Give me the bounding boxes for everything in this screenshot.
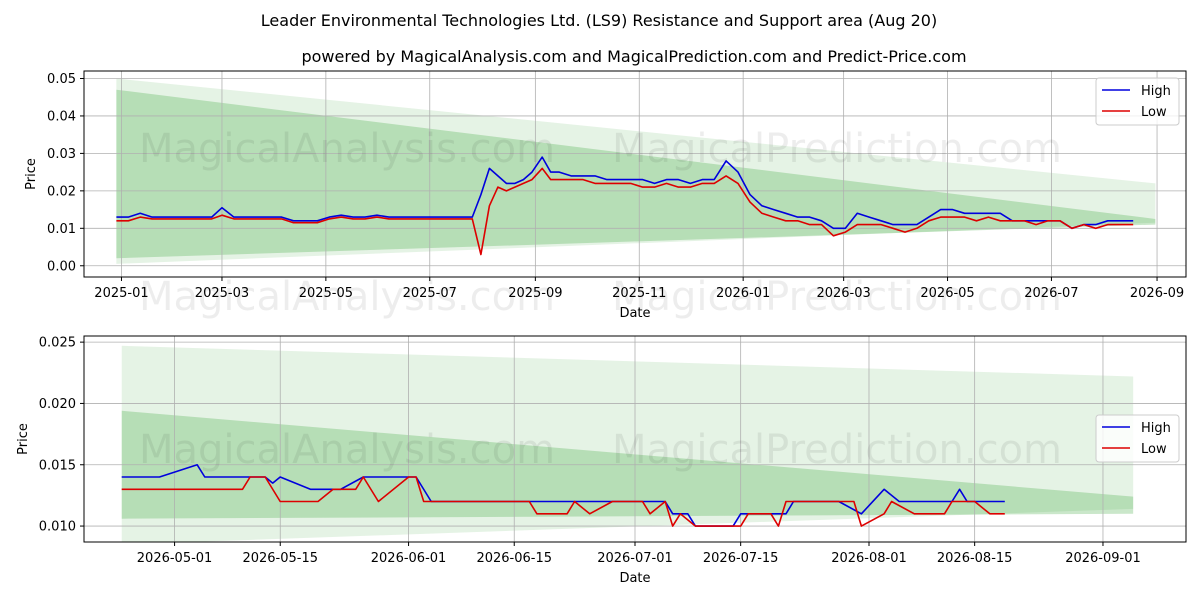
top-chart-panel: 2025-01 2025-03 2025-05 2025-07 2025-09 2025-… bbox=[24, 70, 1187, 321]
bottom-y-axis-label: Price bbox=[16, 423, 31, 455]
top-watermark-prediction: MagicalPrediction.com bbox=[612, 126, 1062, 172]
bottom-y-tick-label: 0.025 bbox=[39, 336, 76, 351]
top-y-tick-label: 0.00 bbox=[47, 259, 76, 274]
bottom-x-tick-label: 2026-07-15 bbox=[703, 551, 779, 566]
bottom-y-tick-label: 0.015 bbox=[39, 458, 76, 473]
top-y-tick-label: 0.04 bbox=[47, 109, 76, 124]
bottom-legend-high-label: High bbox=[1141, 421, 1171, 436]
bottom-x-tick-label: 2026-09-01 bbox=[1065, 551, 1141, 566]
top-legend-high-label: High bbox=[1141, 84, 1171, 99]
top-y-tick-label: 0.01 bbox=[47, 222, 76, 237]
top-y-tick-label: 0.02 bbox=[47, 184, 76, 199]
top-x-axis-label: Date bbox=[619, 306, 650, 321]
bottom-x-tick-label: 2026-05-15 bbox=[242, 551, 318, 566]
bottom-watermark-analysis: MagicalAnalysis.com bbox=[139, 427, 555, 473]
bottom-x-tick-label: 2026-05-01 bbox=[137, 551, 213, 566]
chart-canvas: Leader Environmental Technologies Ltd. (… bbox=[16, 11, 1187, 586]
chart-title: Leader Environmental Technologies Ltd. (… bbox=[261, 11, 937, 30]
bottom-x-tick-label: 2026-07-01 bbox=[597, 551, 673, 566]
bottom-legend-low-label: Low bbox=[1141, 442, 1167, 457]
top-watermark-prediction-lower: MagicalPrediction.com bbox=[612, 274, 1062, 320]
top-watermark-analysis: MagicalAnalysis.com bbox=[139, 126, 555, 172]
bottom-x-tick-label: 2026-08-15 bbox=[937, 551, 1013, 566]
bottom-legend: High Low bbox=[1095, 414, 1180, 463]
top-y-tick-label: 0.05 bbox=[47, 72, 76, 87]
bottom-watermark-prediction: MagicalPrediction.com bbox=[612, 427, 1062, 473]
bottom-chart-panel: 2026-05-01 2026-05-15 2026-06-01 2026-06-15… bbox=[16, 335, 1187, 586]
bottom-y-tick-label: 0.020 bbox=[39, 397, 76, 412]
bottom-x-tick-label: 2026-06-01 bbox=[371, 551, 447, 566]
top-x-tick-label: 2026-09 bbox=[1130, 286, 1184, 301]
bottom-x-axis-label: Date bbox=[619, 571, 650, 586]
bottom-x-tick-label: 2026-06-15 bbox=[476, 551, 552, 566]
top-watermark-analysis-lower: MagicalAnalysis.com bbox=[139, 274, 555, 320]
bottom-x-tick-label: 2026-08-01 bbox=[831, 551, 907, 566]
top-y-axis-label: Price bbox=[24, 158, 39, 190]
top-y-tick-label: 0.03 bbox=[47, 147, 76, 162]
bottom-y-tick-label: 0.010 bbox=[39, 520, 76, 535]
top-legend: High Low bbox=[1095, 77, 1180, 126]
chart-subtitle: powered by MagicalAnalysis.com and Magic… bbox=[301, 47, 966, 66]
top-legend-low-label: Low bbox=[1141, 105, 1167, 120]
